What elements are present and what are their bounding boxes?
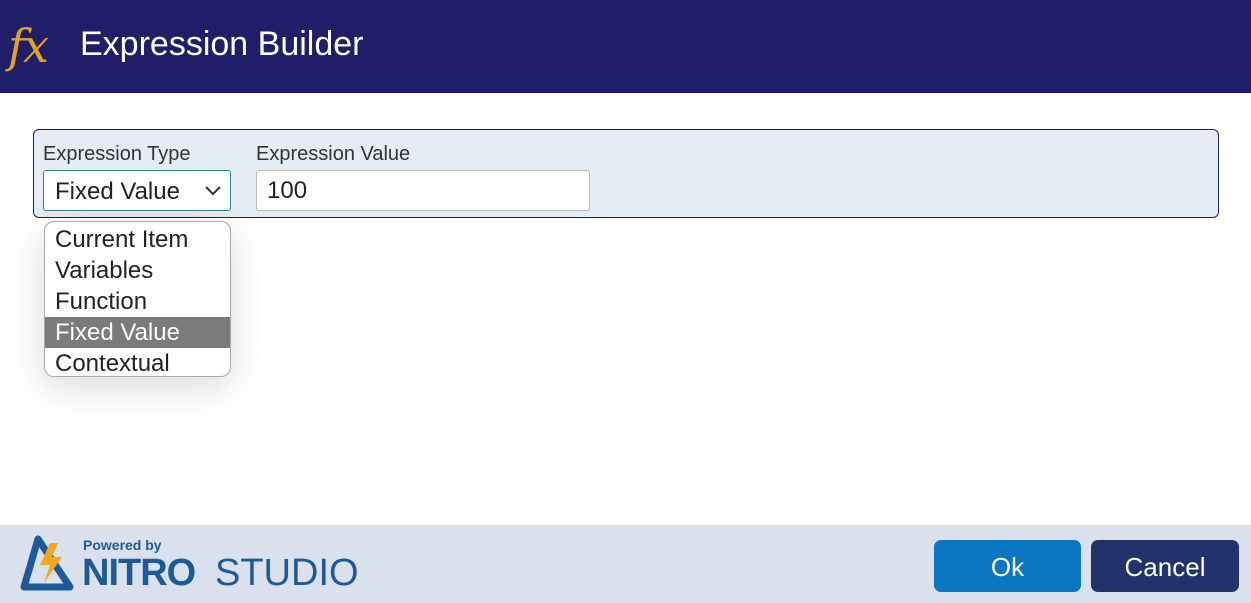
chevron-down-icon xyxy=(204,177,222,211)
powered-by-text: Powered by xyxy=(83,537,162,553)
dialog-title: Expression Builder xyxy=(80,25,364,63)
expression-type-select[interactable]: Fixed Value xyxy=(43,170,231,211)
expression-type-dropdown: Current Item Variables Function Fixed Va… xyxy=(44,221,231,377)
dialog-footer: Powered by NITRO STUDIO Ok Cancel xyxy=(0,525,1251,603)
expression-panel: Expression Type Fixed Value Expression V… xyxy=(33,129,1219,218)
expression-type-value: Fixed Value xyxy=(55,178,180,205)
nitro-logo-icon xyxy=(20,535,74,591)
option-fixed-value[interactable]: Fixed Value xyxy=(45,317,230,348)
option-function[interactable]: Function xyxy=(45,286,230,317)
option-contextual[interactable]: Contextual xyxy=(45,348,230,376)
brand-nitro: NITRO xyxy=(82,552,196,594)
expression-value-input[interactable] xyxy=(256,170,590,211)
ok-button[interactable]: Ok xyxy=(934,540,1081,592)
option-variables[interactable]: Variables xyxy=(45,255,230,286)
cancel-button[interactable]: Cancel xyxy=(1091,540,1239,592)
nitro-studio-logo: Powered by NITRO STUDIO xyxy=(20,535,360,595)
expression-value-label: Expression Value xyxy=(256,143,411,165)
option-current-item[interactable]: Current Item xyxy=(45,224,230,255)
fx-icon: fx xyxy=(8,19,49,73)
expression-type-label: Expression Type xyxy=(43,143,191,165)
dialog-header: fx Expression Builder xyxy=(0,0,1251,93)
brand-studio: STUDIO xyxy=(215,552,359,594)
